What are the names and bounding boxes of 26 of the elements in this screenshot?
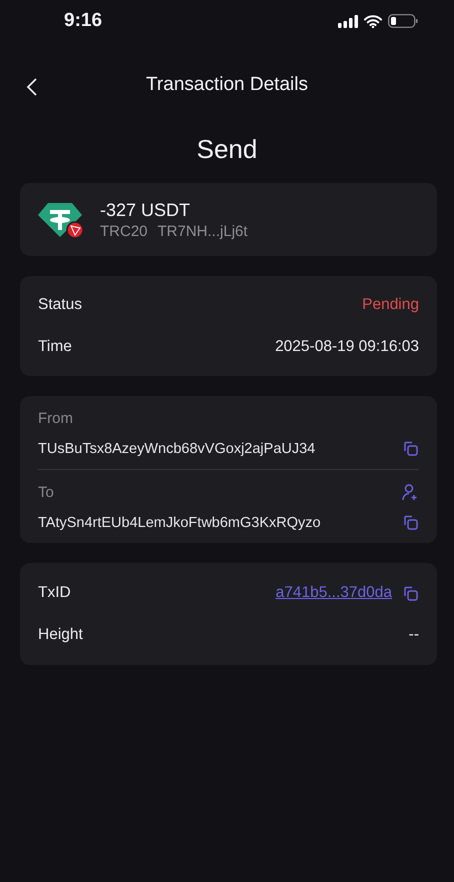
copy-button[interactable]: [402, 584, 419, 602]
transaction-type: Send: [196, 134, 258, 165]
row-label: Height: [38, 626, 83, 644]
address-label: To: [38, 484, 54, 500]
status-time: 9:16: [64, 10, 102, 32]
address-label: From: [38, 410, 73, 426]
copy-button[interactable]: [402, 440, 419, 457]
row-label: Status: [38, 296, 82, 314]
token-address: TR7NH...jLj6t: [158, 222, 248, 240]
copy-button[interactable]: [402, 514, 419, 531]
row-value: 2025-08-19 09:16:03: [275, 338, 419, 356]
battery-icon: [388, 14, 418, 28]
row-label: TxID: [38, 584, 71, 602]
txid-link[interactable]: a741b5...37d0da: [276, 584, 392, 602]
amount: -327 USDT: [100, 200, 192, 220]
wallet-address: TUsBuTsx8AzeyWncb68vVGoxj2ajPaUJ34: [38, 440, 316, 456]
page-title: Transaction Details: [146, 74, 308, 96]
wallet-address: TAtySn4rtEUb4LemJkoFtwb6mG3KxRQyzo: [38, 514, 321, 530]
row-label: Time: [38, 338, 72, 356]
network-label: TRC20: [100, 222, 148, 240]
row-value: Pending: [362, 296, 419, 314]
back-icon: [26, 77, 38, 97]
signal-icon: [338, 14, 358, 28]
add-contact-button[interactable]: [401, 483, 419, 501]
row-value: --: [408, 626, 419, 644]
wifi-icon: [364, 14, 382, 28]
